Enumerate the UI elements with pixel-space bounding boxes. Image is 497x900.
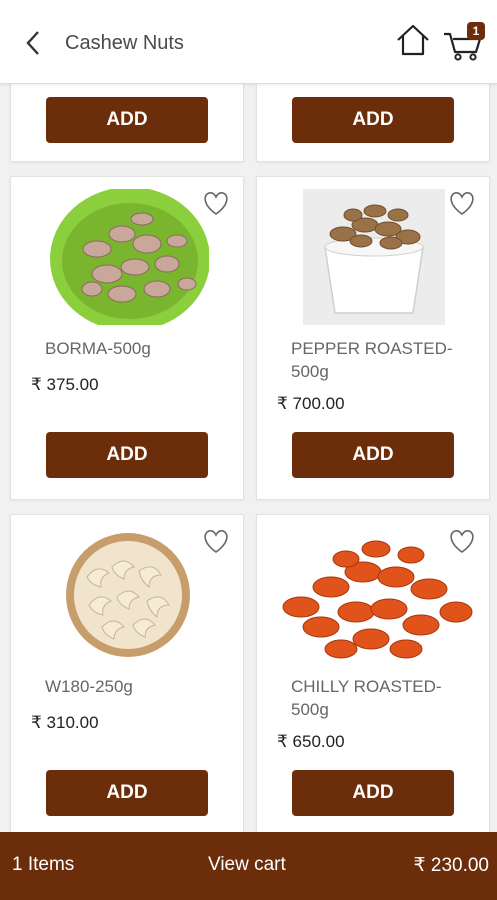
heart-outline-icon [450, 530, 474, 553]
product-card: CHILLY ROASTED-500g ₹ 650.00 ADD [256, 514, 490, 832]
product-card: ADD [10, 84, 244, 162]
view-cart-bar[interactable]: 1 Items View cart ₹ 230.00 [0, 832, 497, 900]
product-name: W180-250g [45, 677, 133, 696]
product-name: CHILLY ROASTED-500g [291, 677, 442, 719]
product-card: PEPPER ROASTED-500g ₹ 700.00 ADD [256, 176, 490, 500]
heart-outline-icon [204, 530, 228, 553]
page-title: Cashew Nuts [65, 32, 184, 54]
add-button[interactable]: ADD [46, 770, 208, 816]
add-button[interactable]: ADD [292, 770, 454, 816]
cart-item-count: 1 Items [12, 854, 75, 875]
wishlist-button[interactable] [201, 527, 231, 555]
product-grid: ADD ADD BORMA-500g ₹ 375.00 ADD PEPPER R… [0, 84, 497, 832]
add-button[interactable]: ADD [292, 97, 454, 143]
product-name: BORMA-500g [45, 339, 151, 358]
product-image[interactable] [47, 527, 209, 663]
product-image[interactable] [47, 187, 210, 331]
app-header: Cashew Nuts 1 [0, 0, 497, 84]
wishlist-button[interactable] [447, 189, 477, 217]
add-button[interactable]: ADD [46, 432, 208, 478]
home-button[interactable] [395, 22, 431, 58]
home-icon [397, 24, 429, 56]
product-name: PEPPER ROASTED-500g [291, 339, 453, 381]
product-card: BORMA-500g ₹ 375.00 ADD [10, 176, 244, 500]
product-card: ADD [256, 84, 490, 162]
heart-outline-icon [204, 192, 228, 215]
cart-count-badge: 1 [467, 22, 485, 40]
product-price: ₹ 375.00 [31, 375, 99, 394]
wishlist-button[interactable] [447, 527, 477, 555]
product-price: ₹ 650.00 [277, 732, 345, 751]
add-button[interactable]: ADD [46, 97, 208, 143]
product-price: ₹ 310.00 [31, 713, 99, 732]
view-cart-button[interactable]: View cart [208, 854, 286, 876]
cart-total: ₹ 230.00 [413, 855, 489, 876]
chevron-left-icon [26, 31, 39, 55]
product-image[interactable] [303, 189, 445, 325]
heart-outline-icon [450, 192, 474, 215]
product-price: ₹ 700.00 [277, 394, 345, 413]
add-button[interactable]: ADD [292, 432, 454, 478]
wishlist-button[interactable] [201, 189, 231, 217]
back-button[interactable] [18, 26, 48, 60]
product-card: W180-250g ₹ 310.00 ADD [10, 514, 244, 832]
